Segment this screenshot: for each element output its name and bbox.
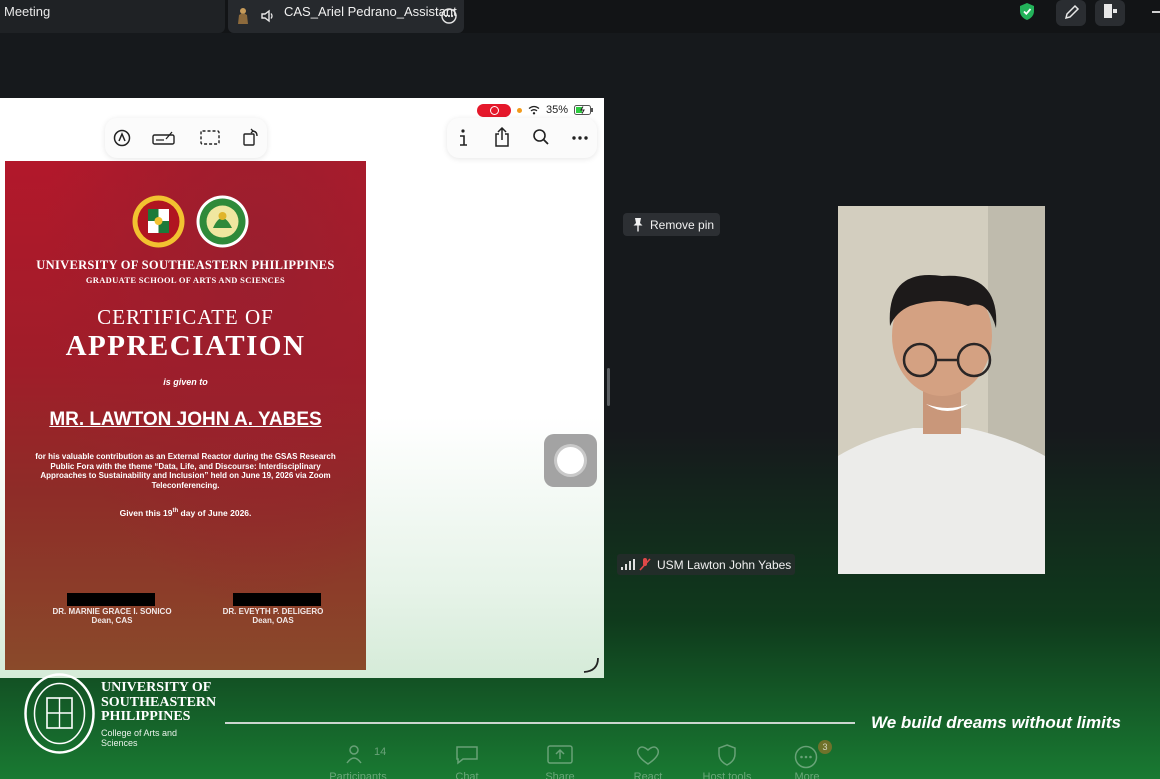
share-screen-button[interactable]: Share [535, 742, 585, 779]
cert-school: GRADUATE SCHOOL OF ARTS AND SCIENCES [85, 275, 286, 285]
cert-heading-1: CERTIFICATE OF [97, 305, 274, 329]
host-tools-label: Host tools [702, 771, 752, 779]
screen-record-indicator [476, 103, 511, 117]
select-icon[interactable] [200, 129, 220, 146]
share-icon[interactable] [493, 126, 511, 148]
host-shield-icon [718, 744, 736, 766]
orange-dot-icon [516, 107, 522, 113]
top-bar: Meeting CAS_Ariel Pedrano_Assistant [0, 0, 1160, 33]
signatory-2: DR. EVEYTH P. DELIGERO Dean, OAS [188, 607, 358, 625]
signatory-2-title: Dean, OAS [252, 616, 294, 625]
cert-heading-2: APPRECIATION [65, 330, 306, 362]
participant-name: USM Lawton John Yabes [657, 558, 792, 572]
chat-button[interactable]: Chat [442, 742, 492, 779]
redaction-bar [67, 593, 155, 606]
more-icon[interactable] [571, 135, 589, 141]
share-tab[interactable]: CAS_Ariel Pedrano_Assistant [228, 0, 464, 33]
shield-icon[interactable] [1018, 2, 1036, 21]
participants-label: Participants [329, 771, 387, 779]
viewer-toolbar [447, 118, 597, 158]
certificate-document: UNIVERSITY OF SOUTHEASTERN PHILIPPINES G… [5, 161, 366, 670]
shared-screen: 35% UNIVERSITY OF SOUTHEASTERN PHILIPPIN… [0, 98, 604, 678]
tagline-divider [225, 722, 855, 724]
info-icon[interactable] [457, 128, 469, 148]
meeting-tab-label: Meeting [4, 4, 51, 19]
brand-university-name: UNIVERSITY OF SOUTHEASTERN PHILIPPINES [101, 680, 217, 724]
share-tab-label: CAS_Ariel Pedrano_Assistant [284, 4, 457, 19]
wifi-icon [528, 105, 540, 115]
exit-icon [1104, 4, 1117, 18]
status-bar: 35% [476, 102, 594, 118]
brand-college-name: College of Arts and Sciences [101, 728, 178, 748]
participants-icon [346, 745, 362, 764]
more-icon [794, 745, 818, 769]
cert-university: UNIVERSITY OF SOUTHEASTERN PHILIPPINES [36, 258, 335, 272]
usep-college-seal-logo [24, 673, 95, 754]
react-label: React [633, 771, 663, 779]
more-button[interactable]: 3 More [782, 740, 832, 779]
markup-toolbar [105, 118, 267, 158]
remove-pin-label: Remove pin [650, 218, 715, 232]
chat-icon [456, 746, 478, 765]
assistive-touch-button[interactable] [544, 434, 597, 487]
host-tools-button[interactable]: Host tools [692, 742, 762, 779]
participant-name-tag: USM Lawton John Yabes [617, 554, 795, 575]
resize-corner-icon[interactable] [582, 656, 600, 674]
share-label: Share [545, 771, 575, 779]
participant-video[interactable] [838, 206, 1045, 574]
cert-body: for his valuable contribution as an Exte… [35, 452, 336, 490]
heart-icon [636, 746, 660, 765]
minimize-icon[interactable] [1152, 11, 1160, 13]
muted-mic-icon [639, 558, 651, 571]
participant-photo [838, 206, 1045, 574]
more-label: More [794, 771, 820, 779]
react-button[interactable]: React [623, 742, 673, 779]
signature-icon[interactable] [152, 129, 176, 147]
leave-view-button[interactable] [1095, 0, 1125, 26]
pin-icon [633, 218, 643, 232]
search-icon[interactable] [532, 128, 550, 146]
battery-percent: 35% [545, 104, 568, 116]
remove-pin-button[interactable]: Remove pin [623, 213, 720, 236]
annotate-button[interactable] [1056, 0, 1086, 26]
graduate-school-seal-logo [196, 195, 249, 248]
battery-icon [574, 105, 593, 115]
signatory-1: DR. MARNIE GRACE I. SONICO Dean, CAS [27, 607, 197, 625]
signatory-1-name: DR. MARNIE GRACE I. SONICO [52, 607, 172, 616]
cert-date: Given this 19th day of June 2026. [119, 508, 252, 518]
participants-button[interactable]: 14 Participants [322, 742, 394, 779]
brand-tagline: We build dreams without limits [871, 713, 1121, 732]
signal-strength-icon [621, 559, 635, 570]
cert-recipient: MR. LAWTON JOHN A. YABES [49, 409, 322, 430]
pencil-icon [1064, 4, 1080, 20]
rotate-icon[interactable] [242, 127, 260, 147]
speaker-icon[interactable] [261, 9, 275, 23]
signatory-2-name: DR. EVEYTH P. DELIGERO [222, 607, 324, 616]
raise-hand-icon [238, 8, 248, 24]
redaction-bar [233, 593, 321, 606]
chat-label: Chat [455, 771, 479, 779]
meeting-tab[interactable]: Meeting [0, 0, 225, 33]
more-icon[interactable] [441, 8, 457, 24]
university-seal-logo [132, 195, 185, 248]
participants-count: 14 [374, 746, 387, 758]
markup-icon[interactable] [113, 129, 131, 147]
share-screen-icon [547, 745, 573, 764]
cert-given-to: is given to [163, 377, 208, 387]
signatory-1-title: Dean, CAS [91, 616, 133, 625]
split-view-divider[interactable] [607, 368, 610, 406]
more-badge: 3 [818, 740, 832, 754]
